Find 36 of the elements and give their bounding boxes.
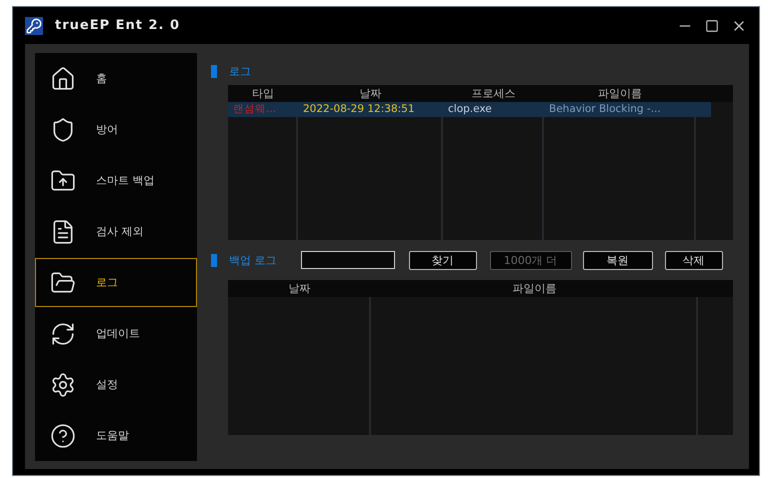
- sidebar-item[interactable]: 홈: [35, 54, 197, 103]
- section-marker: [211, 64, 217, 78]
- column-header: 파일이름: [597, 86, 643, 102]
- action-button[interactable]: 삭제: [664, 250, 722, 270]
- window-title: trueEP Ent 2. 0: [55, 18, 182, 33]
- search-field[interactable]: [300, 251, 394, 269]
- help-icon: [50, 422, 76, 448]
- sidebar-item[interactable]: 도움말: [35, 411, 197, 460]
- table-row[interactable]: 랜섬웨... 2022-08-29 12:38:51 clop.exe Behavior Blocking -...: [228, 102, 711, 117]
- table-cell-text: Behavior Blocking -...: [548, 102, 662, 117]
- table-cell-text: clop.exe: [447, 102, 493, 117]
- column-header: 파일이름: [512, 281, 558, 297]
- section-marker: [211, 254, 217, 266]
- sidebar-item[interactable]: 스마트 백업: [35, 156, 197, 205]
- sidebar-item[interactable]: 업데이트: [35, 309, 197, 358]
- home-icon: [50, 66, 76, 92]
- action-button[interactable]: 찾기: [408, 250, 476, 270]
- sidebar-item[interactable]: 방어: [35, 105, 197, 154]
- key-icon: [25, 16, 43, 34]
- section-title: 백업 로그: [229, 252, 276, 268]
- folder-upload-icon: [50, 168, 76, 194]
- column-header: 날짜: [358, 86, 382, 102]
- table-cell-text: 2022-08-29 12:38:51: [302, 102, 416, 117]
- table-cell-text: 랜섬웨...: [232, 102, 278, 117]
- maximize-icon[interactable]: [705, 18, 719, 32]
- sidebar-item[interactable]: 로그: [35, 258, 197, 307]
- settings-icon: [50, 372, 76, 398]
- refresh-icon: [50, 320, 76, 346]
- folder-icon: [50, 270, 76, 296]
- action-button[interactable]: 복원: [582, 250, 652, 270]
- section-title: 로그: [229, 64, 251, 78]
- column-header: 날짜: [288, 281, 312, 297]
- column-header: 프로세스: [470, 86, 516, 102]
- sidebar-item[interactable]: 검사 제외: [35, 207, 197, 256]
- sidebar-item[interactable]: 설정: [35, 360, 197, 409]
- column-header: 타입: [251, 86, 275, 102]
